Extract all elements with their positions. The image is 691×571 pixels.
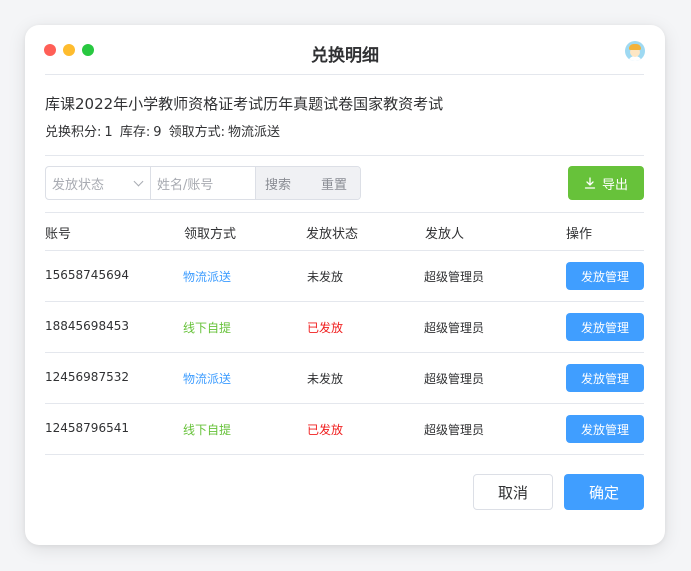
user-avatar[interactable] [625,41,645,61]
row-divider [45,403,644,404]
export-label: 导出 [601,177,628,193]
row3-status: 未发放 [307,372,344,386]
title-bar: 兑换明细 [25,25,665,75]
avatar-hair [629,44,641,50]
row-divider [45,352,644,353]
row3-account: 12456987532 [45,370,129,384]
row4-issuer: 超级管理员 [424,423,485,437]
row2-manage-button[interactable]: 发放管理 [566,313,644,341]
method-value: 物流派送 [228,125,281,140]
cancel-button[interactable]: 取消 [473,474,553,510]
confirm-button[interactable]: 确定 [564,474,644,510]
header-method: 领取方式 [184,227,237,242]
status-select[interactable]: 发放状态 [46,167,151,199]
product-meta: 兑换积分: 1 库存: 9 领取方式: 物流派送 [45,121,283,140]
header-account: 账号 [45,227,72,242]
header-issuer: 发放人 [425,227,465,242]
row4-method: 线下自提 [183,423,232,437]
status-select-placeholder: 发放状态 [52,177,105,193]
row2-status: 已发放 [307,321,344,335]
export-button[interactable]: 导出 [568,166,644,200]
filter-bar: 发放状态 姓名/账号 搜索 重置 [45,166,361,200]
row3-manage-button[interactable]: 发放管理 [566,364,644,392]
product-name: 库课2022年小学教师资格证考试历年真题试卷国家教资考试 [45,95,444,113]
row3-method: 物流派送 [183,372,232,386]
row1-manage-button[interactable]: 发放管理 [566,262,644,290]
row1-issuer: 超级管理员 [424,270,485,284]
reset-button[interactable]: 重置 [321,174,347,193]
filter-buttons: 搜索 重置 [256,167,360,199]
header-status: 发放状态 [306,227,359,242]
table-bottom-divider [45,454,644,455]
row2-method: 线下自提 [183,321,232,335]
row4-manage-button[interactable]: 发放管理 [566,415,644,443]
header-divider [45,250,644,251]
row1-method: 物流派送 [183,270,232,284]
points-label: 兑换积分: [45,125,102,140]
row4-account: 12458796541 [45,421,129,435]
stock-label: 库存: [119,125,151,140]
row2-account: 18845698453 [45,319,129,333]
chevron-down-icon [133,176,144,186]
download-icon [584,177,596,189]
toolbar-divider [45,212,644,213]
search-button[interactable]: 搜索 [265,174,291,193]
title-divider [45,74,644,75]
row2-issuer: 超级管理员 [424,321,485,335]
header-action: 操作 [566,227,593,242]
row4-status: 已发放 [307,423,344,437]
method-label: 领取方式: [168,125,226,140]
row1-account: 15658745694 [45,268,129,282]
info-divider [45,155,644,156]
row1-status: 未发放 [307,270,344,284]
row3-issuer: 超级管理员 [424,372,485,386]
window-title: 兑换明细 [311,46,379,66]
name-account-input[interactable]: 姓名/账号 [151,167,256,199]
stock-value: 9 [153,125,162,140]
row-divider [45,301,644,302]
points-value: 1 [104,125,113,140]
exchange-detail-dialog: 兑换明细 库课2022年小学教师资格证考试历年真题试卷国家教资考试 兑换积分: 1… [25,25,665,545]
